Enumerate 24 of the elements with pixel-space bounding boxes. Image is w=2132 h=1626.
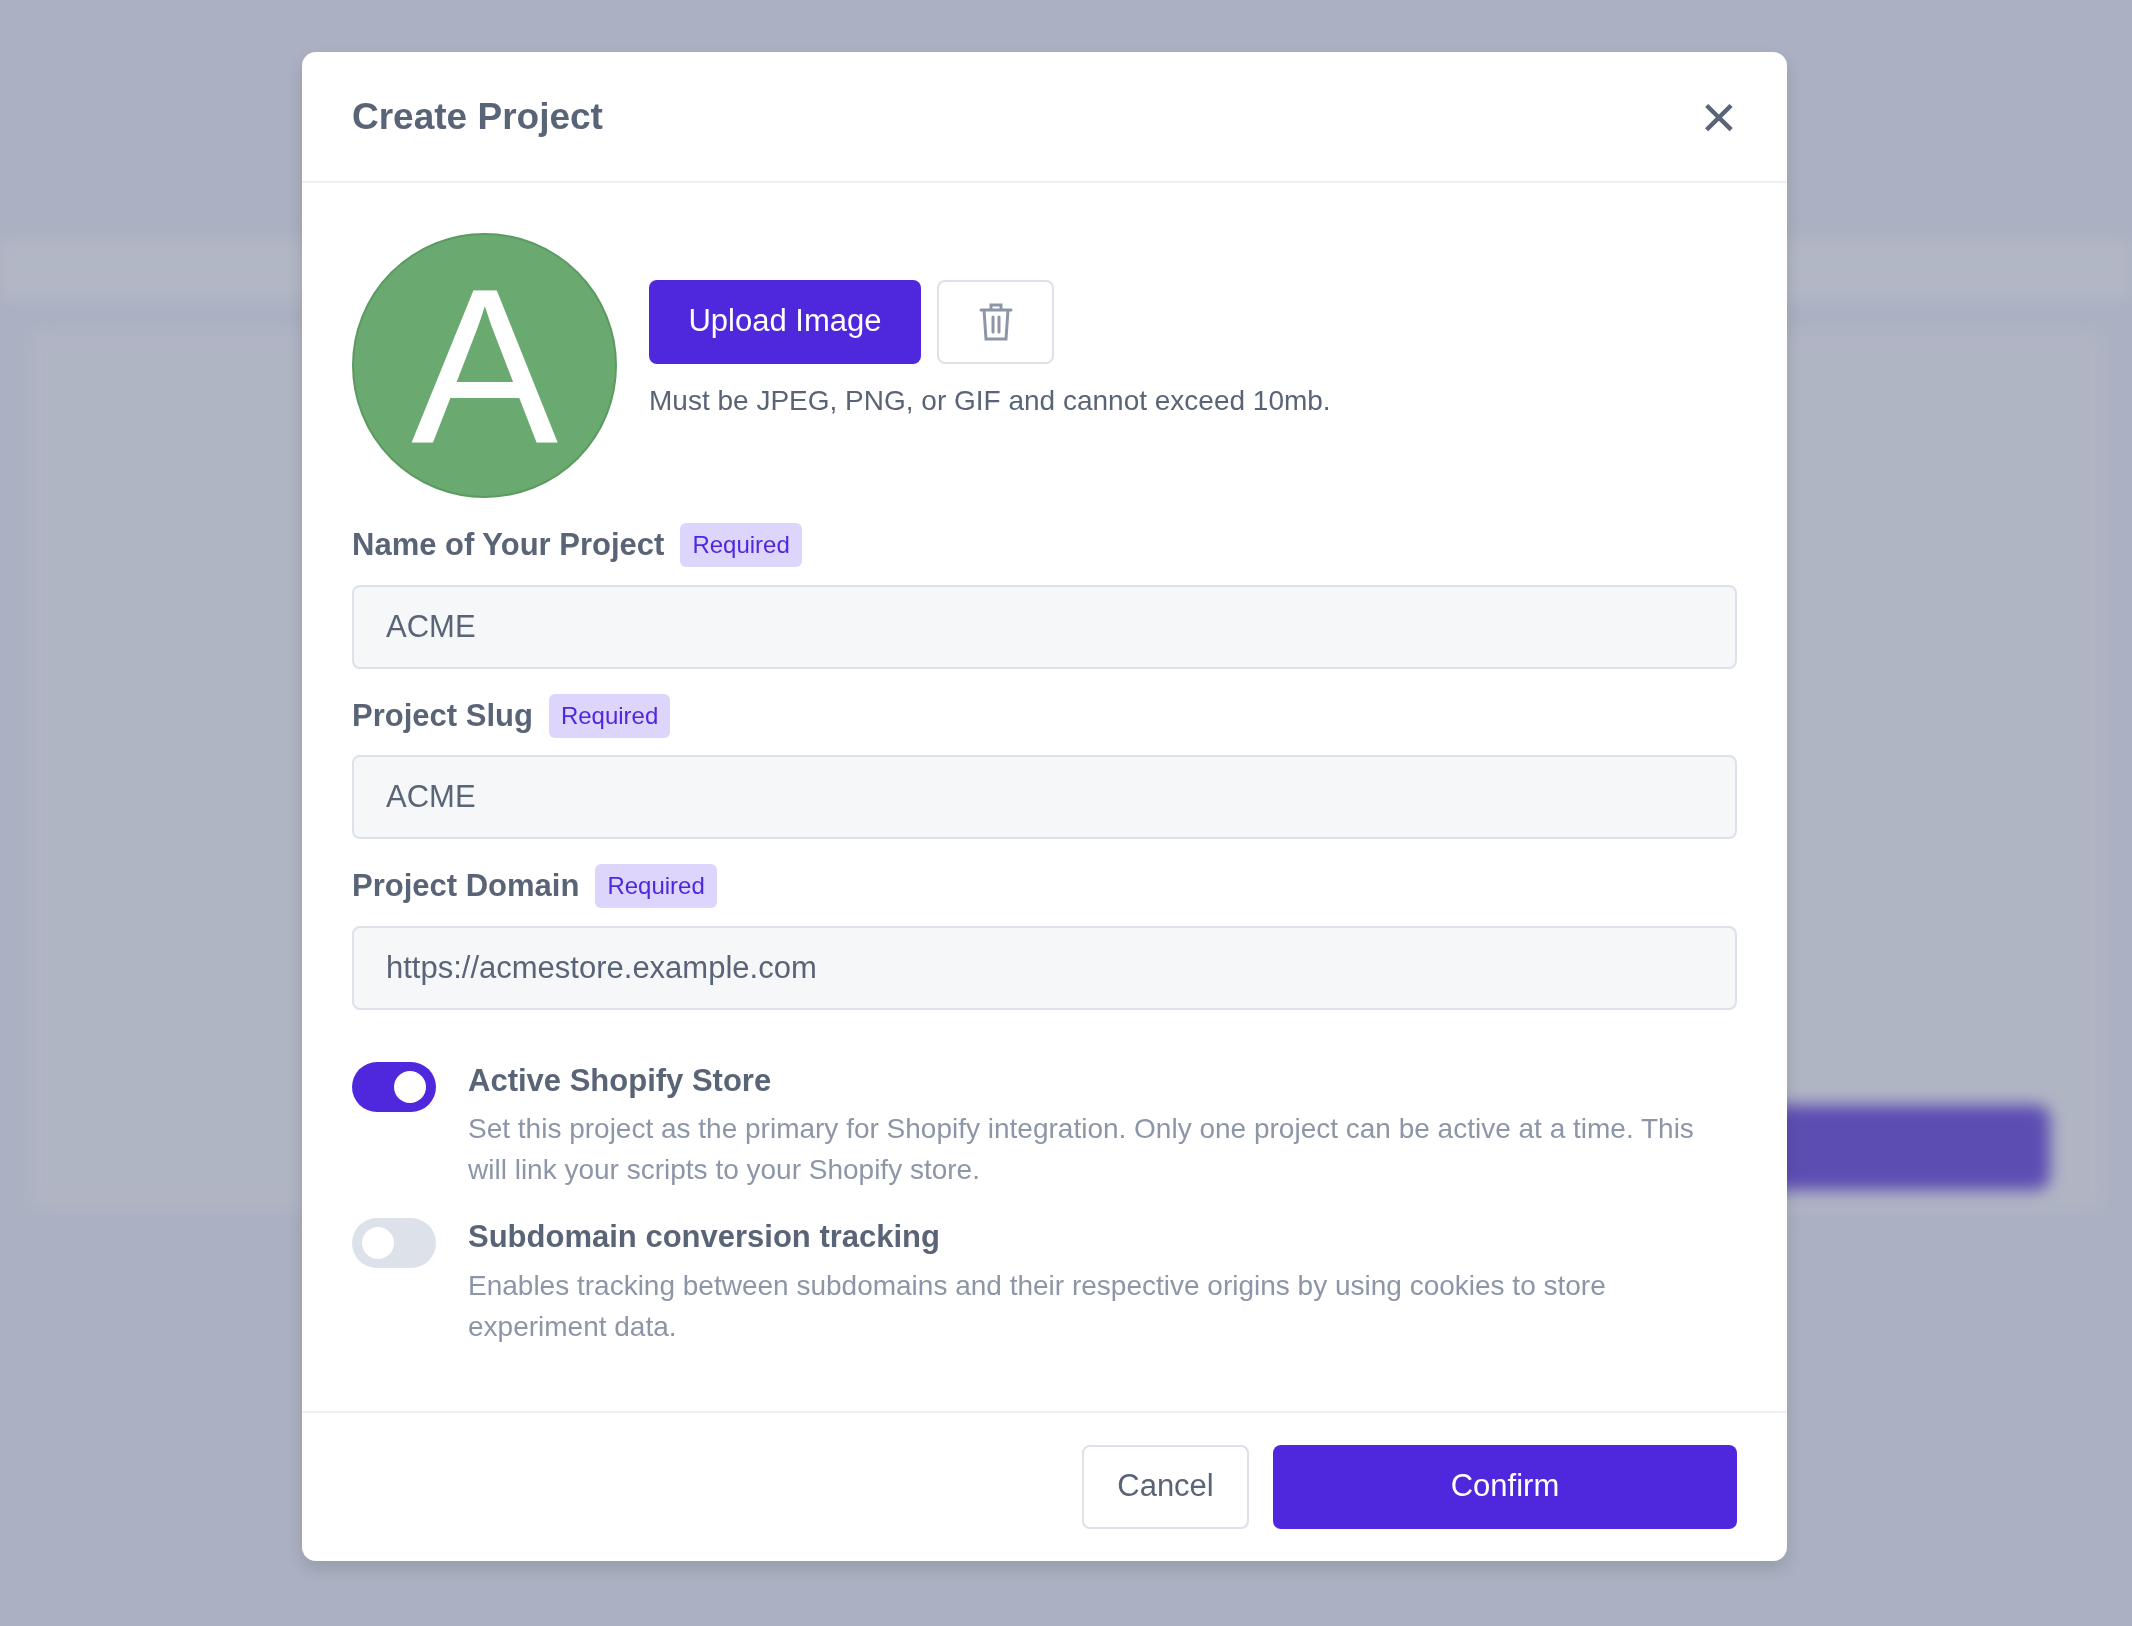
text-field[interactable]: ACME <box>352 584 1737 669</box>
delete-button[interactable] <box>937 279 1054 364</box>
text-field[interactable]: ACME <box>352 755 1737 839</box>
toggle-switch[interactable] <box>352 1218 436 1268</box>
upload-button[interactable]: Upload Image <box>649 279 921 364</box>
field-label: Name of Your Project <box>352 526 665 564</box>
required-tag: Required <box>548 693 671 738</box>
text-field[interactable]: https://acmestore.example.com <box>352 925 1737 1010</box>
trash-icon <box>978 301 1013 342</box>
field-label: Project Slug <box>352 696 533 735</box>
toggle-description: Set this project as the primary for Shopify integration. Only one project can be active at a time. This will link your scripts to your Shopify store. <box>468 1112 1695 1187</box>
toggle-description: Enables tracking between subdomains and their respective origins by using cookies to store experiment data. <box>468 1268 1607 1344</box>
avatar: A <box>352 233 617 498</box>
close-button[interactable]: × <box>1700 85 1737 148</box>
toggle-title: Active Shopify Store <box>468 1061 773 1100</box>
toggle-title: Subdomain conversion tracking <box>468 1218 941 1256</box>
upload-hint: Must be JPEG, PNG, or GIF and cannot exceed 10mb. <box>649 383 1331 418</box>
cancel-button[interactable]: Cancel <box>1082 1444 1249 1529</box>
dialog-title: Create Project <box>352 94 603 139</box>
confirm-button[interactable]: Confirm <box>1273 1444 1737 1529</box>
required-tag: Required <box>595 864 717 909</box>
toggle-switch[interactable] <box>352 1061 436 1112</box>
field-label: Project Domain <box>352 867 580 905</box>
required-tag: Required <box>680 523 802 568</box>
